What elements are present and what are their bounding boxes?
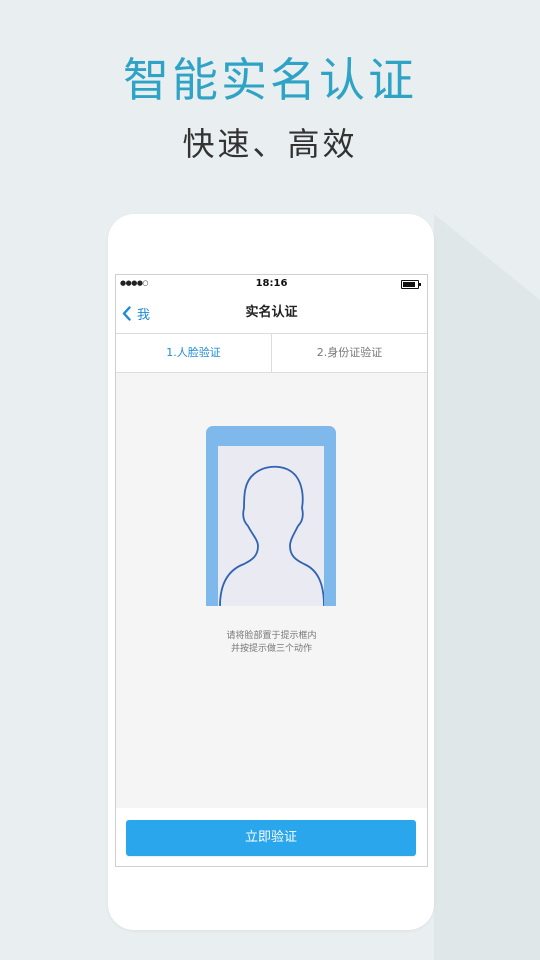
- status-bar: ●●●●○ 18:16: [116, 275, 427, 293]
- verify-now-button[interactable]: 立即验证: [126, 820, 416, 856]
- tab-id-card-verification[interactable]: 2.身份证验证: [272, 334, 427, 372]
- instruction-line-2: 并按提示做三个动作: [230, 644, 312, 654]
- step-tabs: 1.人脸验证 2.身份证验证: [116, 334, 427, 373]
- navigation-bar: 我 实名认证: [116, 293, 427, 334]
- face-capture-area: [218, 446, 325, 607]
- promo-headline: 智能实名认证: [123, 53, 417, 107]
- promo-subline: 快速、高效: [182, 125, 358, 163]
- battery-fill: [403, 282, 415, 287]
- face-capture-frame: [206, 426, 336, 607]
- page-title: 实名认证: [245, 305, 298, 320]
- instruction-text: 请将脸部置于提示框内 并按提示做三个动作: [116, 630, 427, 656]
- face-silhouette-icon: [219, 465, 325, 607]
- tab-face-verification[interactable]: 1.人脸验证: [116, 334, 272, 372]
- phone-screen: ●●●●○ 18:16 我 实名认证 1.人脸验证 2.身份证验证 请将脸部置于…: [115, 274, 428, 867]
- instruction-line-1: 请将脸部置于提示框内: [226, 631, 317, 641]
- status-time: 18:16: [255, 278, 288, 289]
- battery-icon: [401, 280, 421, 289]
